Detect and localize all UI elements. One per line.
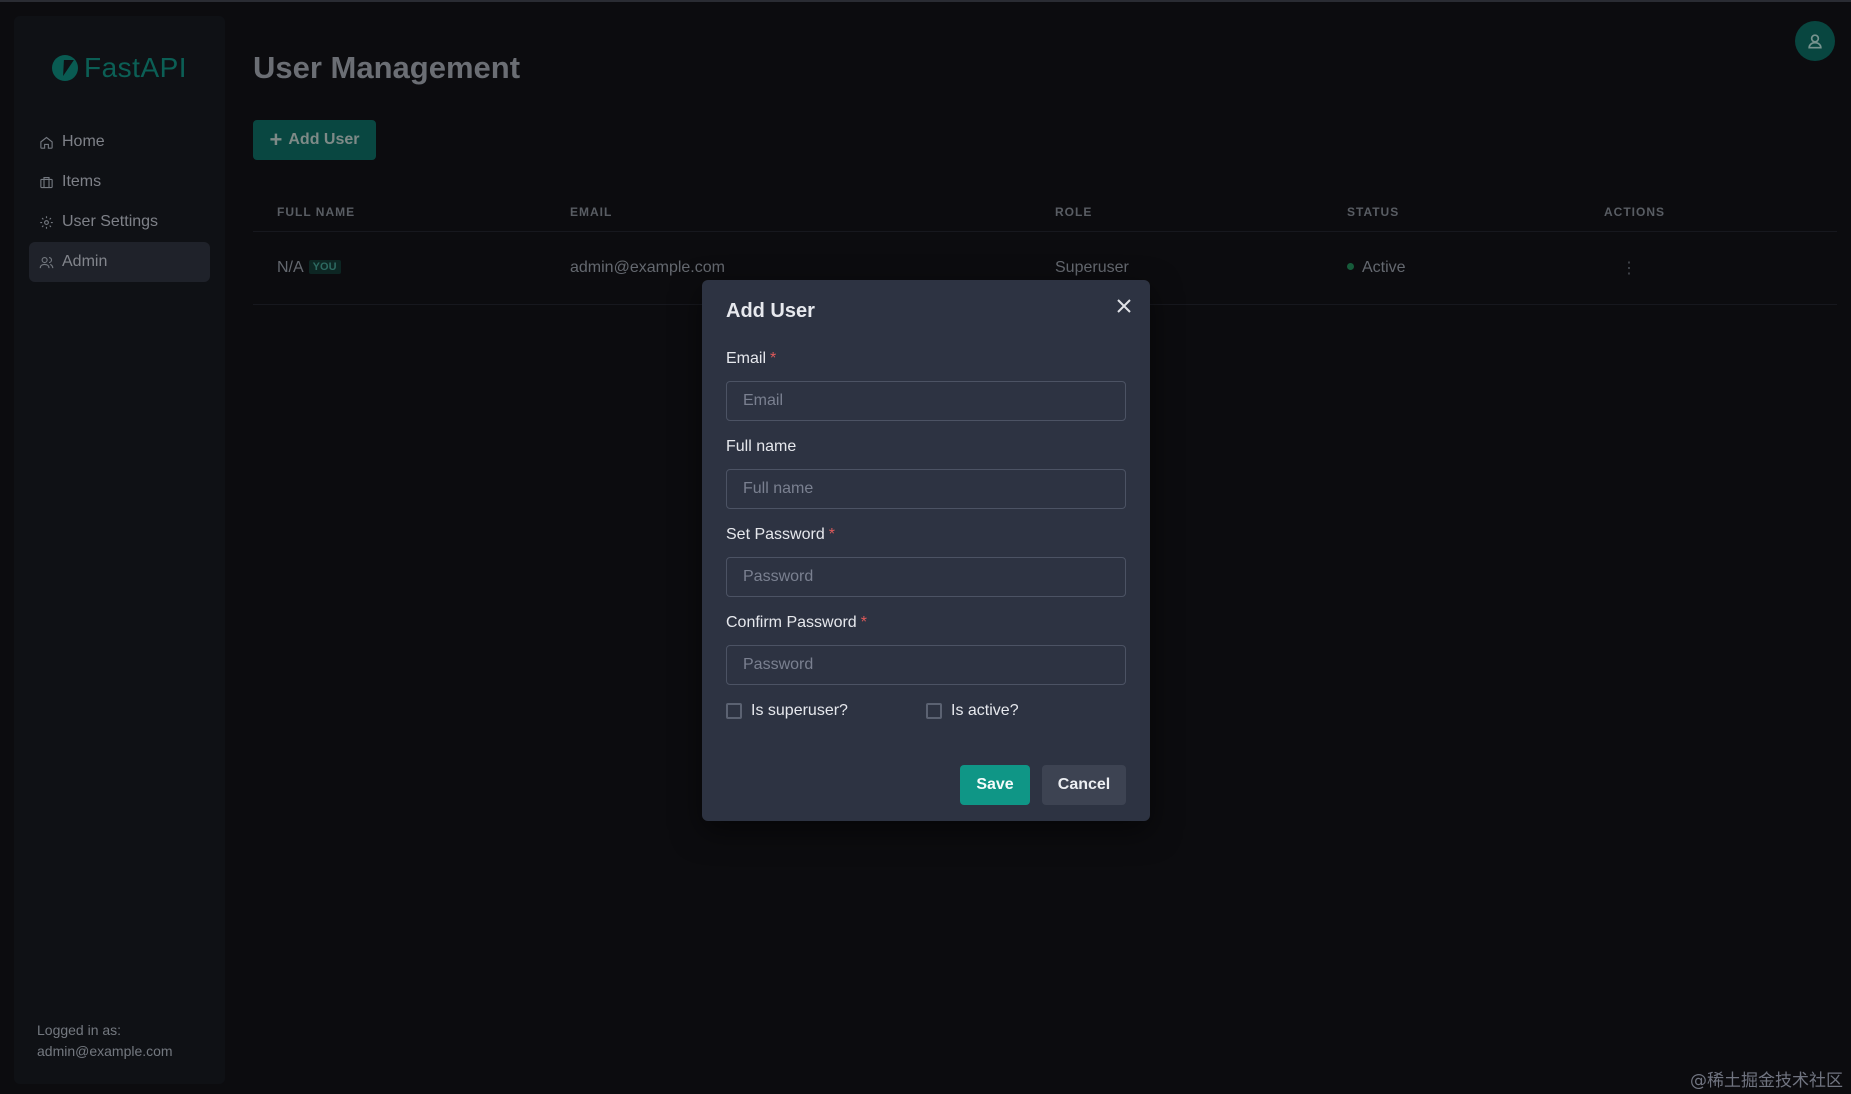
checkbox-box[interactable] — [926, 703, 942, 719]
required-marker: * — [828, 526, 835, 543]
email-label: Email * — [726, 350, 776, 368]
save-button[interactable]: Save — [960, 765, 1030, 805]
required-marker: * — [860, 614, 867, 631]
set-password-label: Set Password * — [726, 526, 835, 544]
close-icon — [1117, 299, 1131, 313]
is-superuser-checkbox[interactable]: Is superuser? — [726, 702, 848, 720]
confirm-password-label: Confirm Password * — [726, 614, 867, 632]
confirm-password-label-text: Confirm Password — [726, 614, 857, 631]
set-password-field[interactable] — [726, 557, 1126, 597]
is-active-checkbox[interactable]: Is active? — [926, 702, 1019, 720]
full-name-field[interactable] — [726, 469, 1126, 509]
watermark: @稀土掘金技术社区 — [1690, 1071, 1843, 1091]
checkbox-label: Is superuser? — [751, 702, 848, 719]
required-marker: * — [770, 350, 777, 367]
close-button[interactable] — [1112, 294, 1136, 318]
app-window: FastAPI Home Items User Settings Admin L… — [0, 0, 1851, 1094]
checkbox-box[interactable] — [726, 703, 742, 719]
full-name-label: Full name — [726, 438, 797, 455]
cancel-button[interactable]: Cancel — [1042, 765, 1126, 805]
dialog-title: Add User — [726, 300, 815, 322]
confirm-password-field[interactable] — [726, 645, 1126, 685]
checkbox-label: Is active? — [951, 702, 1019, 719]
add-user-dialog: Add User Email* Full name Set Password* … — [702, 280, 1150, 821]
email-label-text: Email — [726, 350, 767, 367]
email-field[interactable] — [726, 381, 1126, 421]
set-password-label-text: Set Password — [726, 526, 825, 543]
